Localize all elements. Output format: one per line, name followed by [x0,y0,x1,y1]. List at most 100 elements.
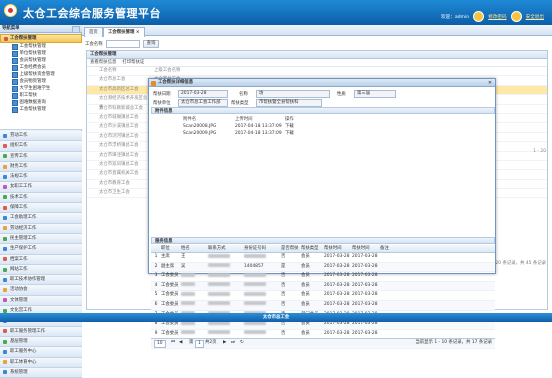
tab-union-assistance[interactable]: 工会帮扶管理 × [103,27,145,37]
header-user-area: 欢迎：admin 修改密码 安全退出 [441,11,544,22]
sidebar-group-item[interactable]: 网站工作 [0,264,82,276]
menu-group-icon [3,226,7,231]
search-button[interactable]: 查询 [142,40,160,48]
table-row[interactable]: 4 工会委员 否 会员 2017-03-28 2017-03-28 [151,281,495,292]
submenu-item[interactable]: 工会经费会员 [0,64,82,71]
sidebar-group-list: 劳动工作 组织工作 宣传工作 财务工作法规工作 女职工工作 技术工作 保障工作 工会助理工作劳… [0,131,82,378]
sidebar-group-item[interactable]: 财务工作 [0,161,82,173]
menu-group-icon [3,143,7,148]
sidebar-group-active[interactable]: 工会帮扶管理 [0,34,82,43]
sidebar-group-item[interactable]: 宣传工作 [0,151,82,162]
grid-cell-name: 吴 [181,263,186,269]
search-row: 工会名称 查询 [85,40,160,48]
prev-page-icon[interactable]: ◀ [179,340,182,346]
menu-group-icon [3,216,7,221]
sidebar-group-label: 网站工作 [10,266,28,272]
sidebar-group-item[interactable]: 生产保护工作 [0,244,82,255]
print-card-button[interactable]: 打印帮扶证 [122,59,144,66]
menu-group-icon [3,257,7,262]
menu-group-icon [3,267,7,272]
menu-group-icon [3,205,7,210]
grid-cell-flag: 否 [281,292,286,298]
sidebar-group-item[interactable]: 职工服务中心 [0,347,82,358]
page-number-input[interactable]: 1 [195,340,204,348]
document-icon [12,78,18,85]
sidebar-group-item[interactable]: 法规工作 [0,172,82,183]
parent-union-cell: 上级工会名称 [154,68,181,73]
grid-cell-t2: 2017-03-28 [352,301,378,307]
grid-cell-n: 2 [154,263,158,269]
sidebar-group-item[interactable]: 工会助理工作 [0,213,82,224]
grid-cell-n: 3 [154,273,158,279]
modify-password-link[interactable]: 修改密码 [488,14,506,20]
sidebar-group-item[interactable]: 劳动经济工作 [0,223,82,234]
submenu-item[interactable]: 会员物资管理 [0,78,82,85]
page-size-select[interactable]: 10 [154,340,166,348]
sidebar-group-item[interactable]: 组织工作 [0,141,82,152]
sidebar-group-item[interactable]: 活动协会 [0,285,82,296]
sidebar-group-label: 财务工作 [10,163,28,169]
redacted-block [181,291,195,296]
grid-cell-name [180,282,207,291]
grid-cell-t1: 2017-03-28 [324,292,350,298]
sidebar-group-item[interactable]: 劳动工作 [0,131,82,142]
sidebar-group-item[interactable]: 职工体育中心 [0,357,82,368]
sidebar-group-item[interactable]: 女职工工作 [0,182,82,193]
sidebar-group-item[interactable]: 档案工作 [0,254,82,265]
next-page-icon[interactable]: ▶ [223,340,226,346]
grid-cell-type: 会员 [301,282,310,288]
sidebar-group-item[interactable]: 职工服务管理工作 [0,326,82,337]
table-row[interactable]: 5 工会委员 否 会员 2017-03-28 2017-03-28 [151,291,495,301]
first-page-icon[interactable]: ⏮ [171,340,175,346]
grid-cell-phone [207,291,243,300]
union-name-cell: 太仓市沙溪镇总工会 [99,124,139,130]
sidebar-title: 导航菜单 [0,25,82,33]
close-icon[interactable]: ✕ [487,80,493,86]
sidebar-group-item[interactable]: 保障工作 [0,203,82,214]
folder-icon [4,36,8,41]
refresh-icon[interactable]: ↻ [240,340,244,346]
column-header: 姓名 [181,246,190,251]
sidebar-group-item[interactable]: 民主管理工作 [0,233,82,245]
sidebar-group-item[interactable]: 基层管理 [0,336,82,348]
table-row[interactable]: 1 主席 王 否 会员 2017-03-28 2017-03-28 [151,253,495,263]
submenu-item[interactable]: 工会帮扶管理 [0,106,82,113]
type-field: 市帮扶暨全县帮扶科 [256,99,322,107]
submenu-list: 工会帮扶管理 单位帮扶管理 会员帮扶管理 工会经费会员 上级帮扶资金管理 会员物资管理 大学… [0,43,82,113]
document-icon [12,85,18,92]
submenu-item-label: 会员帮扶管理 [19,58,46,63]
submenu-item[interactable]: 单位帮扶管理 [0,50,82,57]
active-menu-group: 工会帮扶管理 工会帮扶管理 单位帮扶管理 会员帮扶管理 工会经费会员 上级帮扶资金管理会… [0,34,82,130]
table-row[interactable]: 2 副主席吴 1404857 是 会员 2017-03-28 2017-03-28 [151,262,495,273]
sidebar-group-item[interactable]: 技术工作 [0,192,82,204]
grid-cell-t2: 2017-03-28 [352,282,378,288]
table-row[interactable]: 6 工会委员 否 会员 2017-03-28 2017-03-28 [151,300,495,311]
redacted-block [244,282,266,287]
grid-cell-flag: 否 [281,254,286,259]
table-row[interactable]: 3 工会委员 否 会员 2017-03-28 2017-03-28 [151,272,495,282]
download-link[interactable]: 下载 [285,130,335,137]
union-logo-icon [4,4,17,17]
sidebar-group-item[interactable]: 系统管理 [0,367,82,378]
sidebar-group-item[interactable]: 职工技术协作管理 [0,275,82,286]
sidebar-group-label: 职工服务中心 [10,349,37,355]
search-input[interactable] [105,40,140,48]
sidebar-group-label: 生产保护工作 [10,246,37,252]
download-link[interactable]: 下载 [285,123,335,130]
submenu-item[interactable]: 工会帮扶管理 [0,43,82,50]
table-row[interactable]: 工会名称 上级工会名称 [87,67,547,77]
tab-home[interactable]: 首页 [84,27,103,37]
sidebar-group-item[interactable]: 文体管理 [0,295,82,307]
submenu-item[interactable]: 大学生困难学生 [0,85,82,92]
submenu-item-label: 会员物资管理 [19,79,46,84]
last-page-icon[interactable]: ⏭ [231,340,235,346]
submenu-item[interactable]: 上级帮扶资金管理 [0,71,82,78]
submenu-item[interactable]: 职工帮扶 [0,92,82,99]
column-header: 是否帮扶 [281,246,299,251]
view-assistance-button[interactable]: 查看帮扶信息 [90,59,116,66]
logout-link[interactable]: 安全退出 [526,14,544,20]
collapse-sidebar-icon[interactable] [72,26,80,33]
grid-cell-type: 会员 [301,292,310,298]
submenu-item[interactable]: 会员帮扶管理 [0,57,82,64]
submenu-item[interactable]: 困难数据查询 [0,99,82,106]
